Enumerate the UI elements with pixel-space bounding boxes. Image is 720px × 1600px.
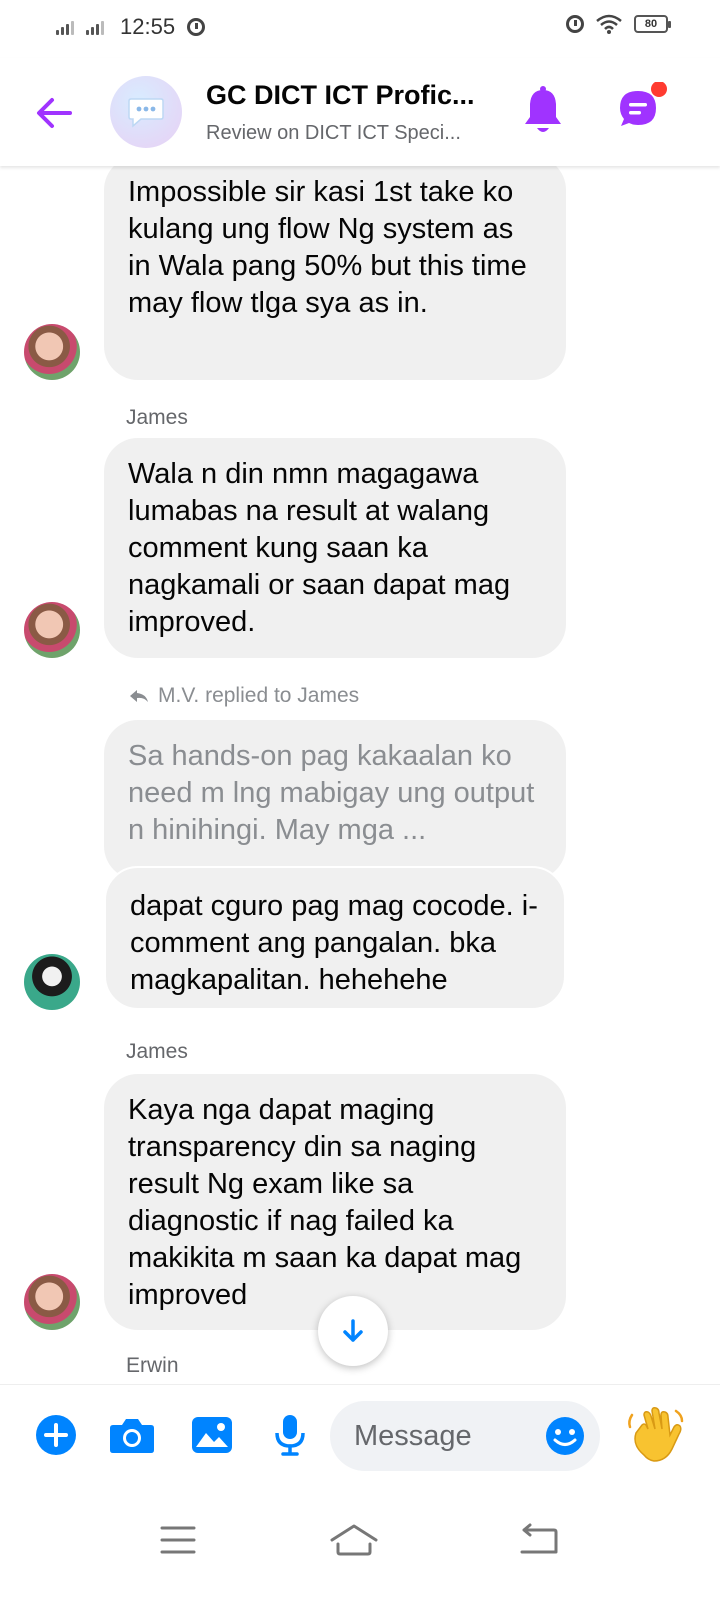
chats-button[interactable] (612, 81, 668, 138)
message-input[interactable]: Message (330, 1401, 600, 1471)
waving-hand-icon (628, 1407, 684, 1462)
signal-icon (56, 19, 74, 35)
emoji-icon[interactable] (544, 1415, 586, 1457)
chat-title[interactable]: GC DICT ICT Profic... (206, 80, 506, 111)
menu-icon (160, 1526, 196, 1554)
chats-icon (620, 81, 667, 126)
bell-icon (525, 86, 561, 132)
voice-button[interactable] (266, 1411, 314, 1459)
home-icon (330, 1524, 378, 1556)
gallery-button[interactable] (188, 1411, 236, 1459)
message-bubble[interactable]: Wala n din nmn magagawa lumabas na resul… (104, 438, 566, 658)
camera-button[interactable] (108, 1411, 156, 1459)
avatar[interactable] (24, 954, 80, 1010)
notifications-button[interactable] (518, 84, 568, 138)
quoted-message[interactable]: Sa hands-on pag kakaalan ko need m lng m… (104, 720, 566, 880)
chat-header: GC DICT ICT Profic... Review on DICT ICT… (0, 58, 720, 166)
avatar[interactable] (24, 324, 80, 380)
reply-label-text: M.V. replied to James (158, 684, 360, 707)
sender-name: Erwin (126, 1354, 179, 1377)
quoted-text: Sa hands-on pag kakaalan ko need m lng m… (128, 740, 535, 846)
message-list[interactable]: Impossible sir kasi 1st take ko kulang u… (0, 166, 720, 1384)
sender-name: James (126, 406, 188, 429)
message-bubble[interactable]: dapat cguro pag mag cocode. i-comment an… (104, 866, 566, 1010)
back-button[interactable] (30, 88, 80, 138)
chat-bubble-icon (128, 98, 164, 128)
status-bar: 12:55 80 (0, 0, 720, 58)
message-text: Wala n din nmn magagawa lumabas na resul… (128, 458, 511, 638)
alarm-icon (187, 18, 206, 36)
image-icon (192, 1417, 232, 1453)
chat-subtitle[interactable]: Review on DICT ICT Speci... (206, 122, 498, 145)
wave-button[interactable] (624, 1403, 688, 1467)
home-button[interactable] (324, 1520, 384, 1560)
microphone-icon (275, 1415, 305, 1456)
scroll-to-bottom-button[interactable] (318, 1296, 388, 1366)
signal-icon-2 (86, 19, 104, 35)
recent-apps-button[interactable] (148, 1520, 208, 1560)
group-avatar[interactable] (110, 76, 182, 148)
sender-name: James (126, 1040, 188, 1063)
back-nav-button[interactable] (510, 1520, 570, 1560)
plus-icon (36, 1415, 76, 1455)
system-nav-bar (0, 1490, 720, 1600)
battery-icon: 80 (634, 15, 671, 33)
arrow-down-icon (343, 1319, 363, 1342)
composer: Message (0, 1384, 720, 1491)
avatar[interactable] (24, 1274, 80, 1330)
message-bubble[interactable]: Impossible sir kasi 1st take ko kulang u… (104, 166, 566, 380)
back-arrow-icon (37, 98, 72, 128)
reply-arrow-icon (130, 690, 148, 702)
alarm-clock-icon (566, 15, 584, 33)
message-bubble[interactable]: Kaya nga dapat maging transparency din s… (104, 1074, 566, 1330)
camera-icon (110, 1419, 154, 1453)
clock: 12:55 (120, 14, 176, 39)
wifi-icon (596, 14, 622, 34)
avatar[interactable] (24, 602, 80, 658)
message-text: dapat cguro pag mag cocode. i-comment an… (130, 890, 538, 996)
message-text: Impossible sir kasi 1st take ko kulang u… (128, 176, 527, 319)
notification-badge (651, 81, 667, 97)
more-actions-button[interactable] (32, 1411, 80, 1459)
message-text: Kaya nga dapat maging transparency din s… (128, 1094, 522, 1311)
message-input-placeholder: Message (354, 1419, 472, 1452)
reply-label: M.V. replied to James (128, 684, 359, 708)
back-icon (520, 1523, 558, 1554)
